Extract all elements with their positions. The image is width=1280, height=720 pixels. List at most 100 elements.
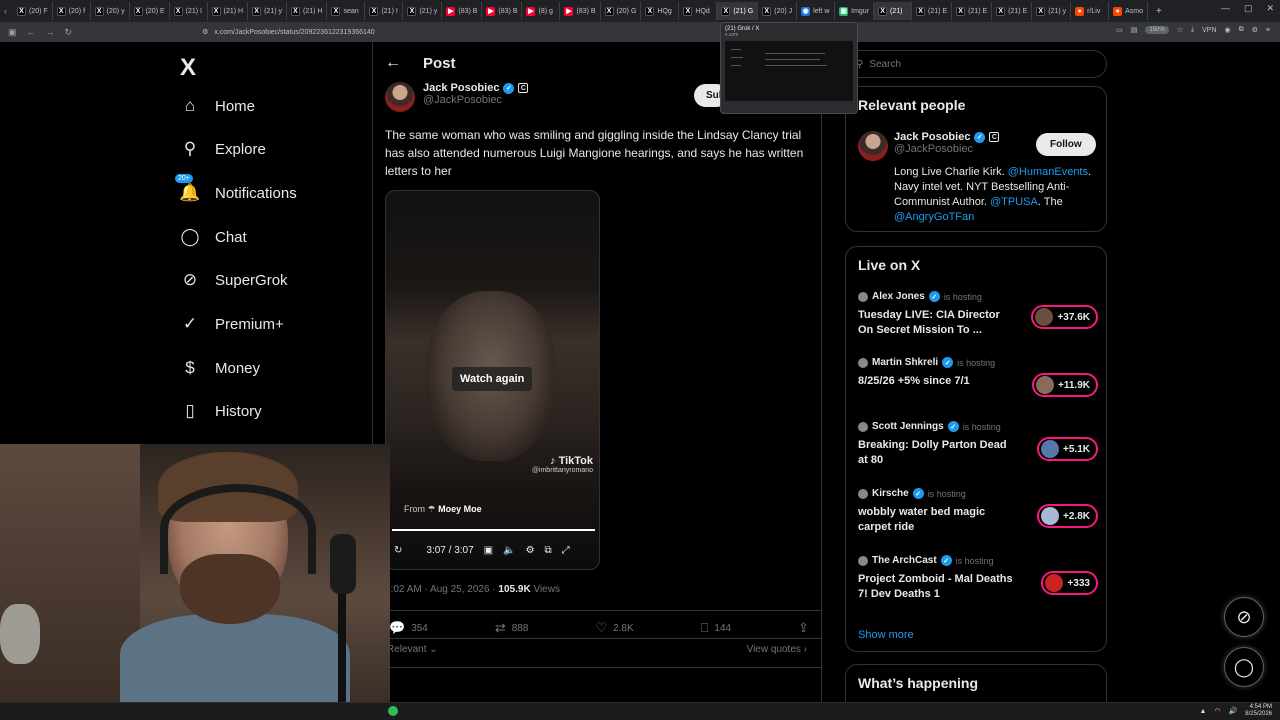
browser-tab[interactable]: X (21) E: [992, 2, 1033, 20]
tab-search-icon[interactable]: ▤: [1131, 26, 1138, 34]
bookmark-button[interactable]: ⎕ 144: [701, 620, 732, 636]
forward-icon[interactable]: →: [46, 27, 55, 37]
new-tab-button[interactable]: +: [1156, 6, 1162, 17]
browser-tab[interactable]: X (20) y: [91, 2, 130, 20]
system-clock[interactable]: 4:54 PM 8/25/2026: [1245, 704, 1272, 718]
like-button[interactable]: ♡ 2.8K: [595, 620, 633, 636]
reply-button[interactable]: 💬 354: [389, 620, 428, 636]
reload-icon[interactable]: ↻: [65, 27, 73, 38]
browser-tab[interactable]: X (21) E: [912, 2, 953, 20]
browser-tab[interactable]: X (21) G: [717, 2, 759, 20]
listener-count-button[interactable]: +11.9K: [1032, 373, 1098, 397]
host-name[interactable]: Alex Jones: [872, 291, 925, 302]
x-logo[interactable]: X: [180, 54, 196, 82]
host-name[interactable]: Martin Shkreli: [872, 357, 938, 368]
watch-again-button[interactable]: Watch again: [452, 367, 533, 391]
nav-item-premium[interactable]: ✓ Premium+: [180, 314, 284, 334]
browser-tab[interactable]: X (20) J: [758, 2, 798, 20]
share-button[interactable]: ⇪: [798, 620, 809, 636]
listener-count-button[interactable]: +333: [1041, 571, 1098, 595]
captions-icon[interactable]: ▣: [484, 545, 493, 556]
nav-item-chat[interactable]: ◯ Chat: [180, 227, 246, 247]
space-title[interactable]: Project Zomboid - Mal Deaths 7! Dev Deat…: [858, 572, 1018, 602]
browser-tab[interactable]: ● r/Liv: [1071, 2, 1110, 20]
host-name[interactable]: The ArchCast: [872, 555, 937, 566]
close-icon[interactable]: ✕: [1266, 3, 1274, 14]
browser-tab[interactable]: X (21) y: [1032, 2, 1072, 20]
space-title[interactable]: 8/25/26 +5% since 7/1: [858, 374, 1018, 389]
browser-tab[interactable]: X (21) I: [170, 2, 208, 20]
video-progress-bar[interactable]: [392, 529, 595, 531]
video-source[interactable]: From ☂ Moey Moe: [404, 504, 482, 515]
author-handle[interactable]: @JackPosobiec: [423, 94, 528, 106]
live-space-item[interactable]: The ArchCast ✓ is hosting Project Zomboid …: [858, 555, 1098, 602]
space-title[interactable]: Tuesday LIVE: CIA Director On Secret Mis…: [858, 308, 1018, 338]
space-title[interactable]: wobbly water bed magic carpet ride: [858, 505, 1018, 535]
nav-item-home[interactable]: ⌂ Home: [180, 96, 255, 116]
profile-icon[interactable]: ◉: [1225, 26, 1231, 34]
browser-tab[interactable]: ▶ (83) B: [560, 2, 601, 20]
video-player[interactable]: Watch again ♪ TikTok @imbrittanyromano F…: [385, 190, 600, 570]
listener-count-button[interactable]: +5.1K: [1037, 437, 1098, 461]
browser-tab[interactable]: Xsean: [327, 2, 366, 20]
volume-icon[interactable]: 🔊: [1229, 707, 1238, 715]
browser-tab[interactable]: X (21) I: [365, 2, 404, 20]
tab-list-icon[interactable]: ‹: [4, 6, 7, 16]
nav-item-supergrok[interactable]: ⊘ SuperGrok: [180, 270, 288, 290]
back-icon[interactable]: ←: [27, 27, 36, 37]
listener-count-button[interactable]: +2.8K: [1037, 504, 1098, 528]
browser-tab[interactable]: X (21) y: [403, 2, 443, 20]
listener-count-button[interactable]: +37.6K: [1031, 305, 1098, 329]
browser-tab[interactable]: ◉ left w: [797, 2, 836, 20]
mention-link[interactable]: @HumanEvents: [1008, 166, 1088, 178]
bookmark-star-icon[interactable]: ☆: [1177, 26, 1183, 34]
menu-icon[interactable]: ≡: [1266, 27, 1270, 34]
reply-sort-dropdown[interactable]: Relevant ⌄: [387, 644, 438, 655]
settings-gear-icon[interactable]: ⚙: [526, 545, 535, 556]
sidebar-toggle-icon[interactable]: ▣: [8, 27, 17, 38]
browser-tab[interactable]: X (21) H: [208, 2, 249, 20]
browser-tab[interactable]: X (21): [874, 2, 913, 20]
wifi-icon[interactable]: ◠: [1214, 707, 1220, 715]
browser-tab[interactable]: ▣ Imgur: [835, 2, 875, 20]
browser-tab[interactable]: X (20) f: [53, 2, 91, 20]
tray-icon[interactable]: ▲: [1200, 708, 1207, 715]
pip-icon[interactable]: ⧉: [545, 545, 552, 556]
person-handle[interactable]: @JackPosobiec: [894, 143, 999, 155]
nav-item-money[interactable]: $ Money: [180, 358, 260, 378]
space-title[interactable]: Breaking: Dolly Parton Dead at 80: [858, 438, 1018, 468]
author-name[interactable]: Jack Posobiec: [423, 82, 499, 94]
follow-button[interactable]: Follow: [1036, 133, 1096, 156]
browser-tab[interactable]: X (20) E: [130, 2, 170, 20]
nav-item-explore[interactable]: ⚲ Explore: [180, 139, 266, 159]
cast-icon[interactable]: ▭: [1116, 26, 1123, 34]
host-name[interactable]: Kirsche: [872, 488, 909, 499]
browser-tab[interactable]: X (20) F: [13, 2, 53, 20]
avatar[interactable]: [858, 131, 888, 161]
browser-tab[interactable]: ● Asmo: [1109, 2, 1149, 20]
live-space-item[interactable]: Scott Jennings ✓ is hosting Breaking: Doll…: [858, 421, 1098, 468]
browser-tab[interactable]: X (21) E: [952, 2, 993, 20]
avatar[interactable]: [385, 82, 415, 112]
browser-tab[interactable]: X HQd: [679, 2, 718, 20]
browser-tab[interactable]: X (21) y: [248, 2, 287, 20]
url-field[interactable]: ⚙ x.com/JackPosobiec/status/209223612231…: [202, 28, 375, 37]
browser-tab[interactable]: ▶ (8) g: [522, 2, 561, 20]
fullscreen-icon[interactable]: ⤢: [562, 545, 570, 556]
view-quotes-link[interactable]: View quotes ›: [747, 644, 807, 655]
search-input[interactable]: ⚲ Search: [845, 50, 1107, 78]
mention-link[interactable]: @TPUSA: [990, 196, 1038, 208]
back-arrow-icon[interactable]: ←: [385, 54, 401, 72]
mention-link[interactable]: @AngryGoTFan: [894, 211, 974, 223]
chat-fab-button[interactable]: ◯: [1224, 647, 1264, 687]
browser-tab[interactable]: ▶ (83) B: [442, 2, 483, 20]
volume-icon[interactable]: 🔈: [503, 545, 515, 556]
browser-tab[interactable]: ▶ (83) B: [482, 2, 523, 20]
nav-item-history[interactable]: ▯ History: [180, 401, 261, 421]
minimize-icon[interactable]: —: [1221, 3, 1230, 14]
repost-button[interactable]: ⇄ 888: [495, 620, 529, 636]
zoom-level[interactable]: 150%: [1145, 26, 1169, 34]
download-icon[interactable]: ⤓: [1191, 26, 1194, 34]
from-name[interactable]: Moey Moe: [438, 504, 482, 514]
browser-tab[interactable]: X HQg: [641, 2, 680, 20]
